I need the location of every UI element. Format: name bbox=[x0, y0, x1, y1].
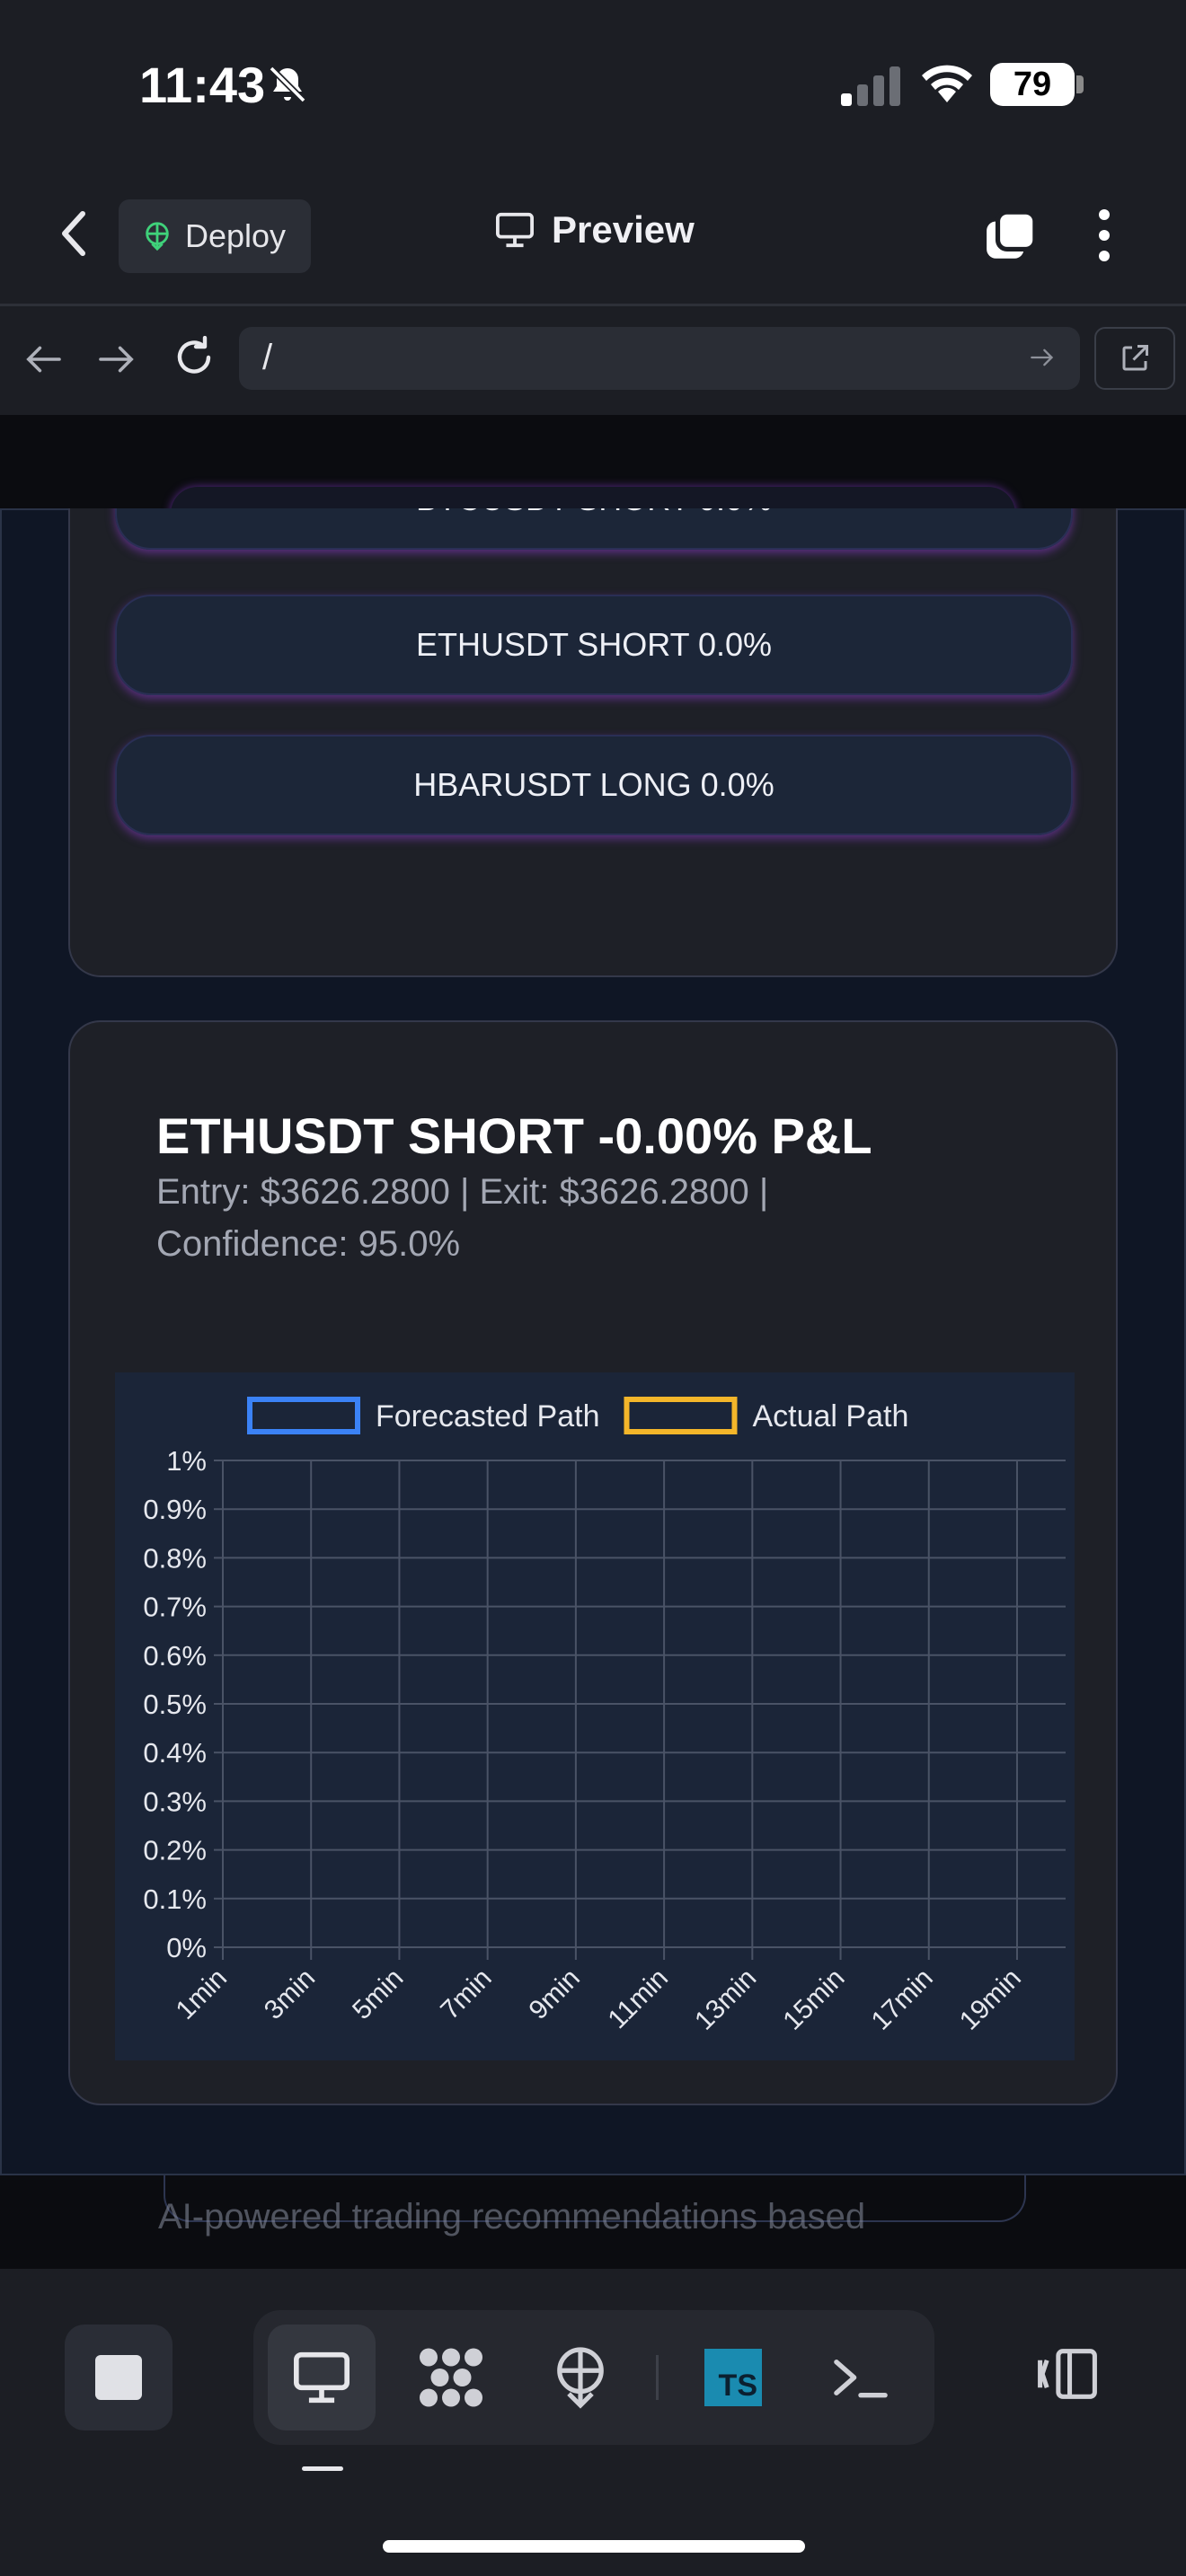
y-tick-label: 0.8% bbox=[143, 1542, 207, 1574]
tabs-icon[interactable] bbox=[983, 208, 1039, 264]
x-tick-label: 9min bbox=[524, 1963, 586, 2025]
y-tick-label: 0.1% bbox=[143, 1883, 207, 1915]
chart-area: 0% 0.1% 0.2% 0.3% 0.4% 0.5% 0.6% 0.7% 0.8% 0.9% 1%… bbox=[115, 1372, 1075, 2060]
active-tab-indicator bbox=[302, 2466, 343, 2471]
y-tick-label: 0.2% bbox=[143, 1835, 207, 1866]
y-tick-label: 1% bbox=[166, 1445, 207, 1477]
deploy-label: Deploy bbox=[185, 217, 287, 254]
x-tick-label: 15min bbox=[777, 1963, 850, 2036]
tool-workflow-button[interactable] bbox=[397, 2325, 505, 2430]
split-view-icon[interactable] bbox=[1033, 2346, 1102, 2402]
y-tick-label: 0.3% bbox=[143, 1786, 207, 1817]
workflow-icon bbox=[420, 2348, 482, 2407]
tool-group: TS bbox=[253, 2310, 934, 2445]
monitor-icon bbox=[294, 2351, 350, 2404]
tool-typescript-button[interactable]: TS bbox=[679, 2325, 787, 2430]
chart-card: ETHUSDT SHORT -0.00% P&L Entry: $3626.28… bbox=[68, 1020, 1118, 2105]
reload-icon[interactable] bbox=[173, 336, 216, 379]
trade-button[interactable]: HBARUSDT LONG 0.0% bbox=[115, 735, 1073, 835]
trade-button[interactable]: ETHUSDT SHORT 0.0% bbox=[115, 595, 1073, 695]
y-tick-label: 0.4% bbox=[143, 1737, 207, 1769]
cellular-signal-icon bbox=[841, 66, 900, 106]
y-tick-label: 0.6% bbox=[143, 1640, 207, 1672]
legend-swatch bbox=[624, 1397, 738, 1434]
monitor-icon bbox=[496, 212, 534, 248]
browser-back-icon[interactable] bbox=[23, 343, 63, 375]
legend-label: Forecasted Path bbox=[376, 1399, 599, 1434]
wifi-icon bbox=[922, 65, 972, 102]
x-tick-label: 3min bbox=[259, 1963, 321, 2025]
trade-button[interactable]: BTCUSDT SHORT 0.0% bbox=[115, 508, 1073, 550]
stop-button[interactable] bbox=[65, 2325, 173, 2430]
line-chart: 0% 0.1% 0.2% 0.3% 0.4% 0.5% 0.6% 0.7% 0.8% 0.9% 1%… bbox=[143, 1397, 1066, 2036]
home-indicator bbox=[383, 2540, 805, 2553]
x-tick-label: 5min bbox=[347, 1963, 409, 2025]
tool-separator bbox=[656, 2355, 659, 2400]
back-chevron-icon[interactable] bbox=[56, 208, 92, 259]
tool-preview-button[interactable] bbox=[268, 2325, 376, 2430]
deploy-icon bbox=[146, 222, 169, 251]
external-link-icon bbox=[1122, 345, 1148, 371]
x-tick-label: 1min bbox=[171, 1963, 233, 2025]
tool-terminal-button[interactable] bbox=[807, 2325, 915, 2430]
stop-icon bbox=[95, 2355, 142, 2400]
chart-subtitle-line: Confidence: 95.0% bbox=[156, 1224, 461, 1264]
clock: 11:43 bbox=[139, 57, 266, 113]
preview-label: Preview bbox=[552, 208, 695, 251]
url-value: / bbox=[262, 338, 273, 377]
url-input[interactable]: / bbox=[239, 327, 1080, 390]
y-tick-label: 0.9% bbox=[143, 1494, 207, 1525]
deploy-button[interactable]: Deploy bbox=[119, 199, 311, 273]
y-tick-label: 0% bbox=[166, 1932, 207, 1963]
x-tick-label: 17min bbox=[866, 1963, 939, 2036]
y-tick-label: 0.7% bbox=[143, 1592, 207, 1623]
trades-card: BTCUSDT SHORT 0.0% ETHUSDT SHORT 0.0% HB… bbox=[68, 508, 1118, 977]
status-bar: 11:43 79 bbox=[0, 0, 1186, 171]
tool-deploy-button[interactable] bbox=[527, 2325, 634, 2430]
battery-indicator: 79 bbox=[990, 63, 1075, 106]
bell-muted-icon bbox=[269, 66, 306, 103]
legend-swatch bbox=[247, 1397, 360, 1434]
x-tick-label: 7min bbox=[435, 1963, 497, 2025]
typescript-icon: TS bbox=[704, 2349, 762, 2406]
deploy-icon bbox=[557, 2347, 604, 2409]
chart-subtitle-line: Entry: $3626.2800 | Exit: $3626.2800 | bbox=[156, 1172, 769, 1212]
browser-forward-icon[interactable] bbox=[97, 343, 137, 375]
chart-subtitle: Entry: $3626.2800 | Exit: $3626.2800 | C… bbox=[156, 1166, 965, 1270]
peek-text: AI-powered trading recommendations based bbox=[158, 2197, 866, 2236]
preview-viewport[interactable]: BTCUSDT SHORT 0.0% ETHUSDT SHORT 0.0% HB… bbox=[0, 415, 1186, 2269]
x-tick-label: 19min bbox=[954, 1963, 1027, 2036]
battery-tip bbox=[1076, 75, 1084, 93]
x-tick-label: 13min bbox=[689, 1963, 762, 2036]
chart-title: ETHUSDT SHORT -0.00% P&L bbox=[156, 1107, 872, 1164]
preview-title: Preview bbox=[494, 208, 695, 251]
url-go-icon[interactable] bbox=[1030, 347, 1055, 368]
y-tick-label: 0.5% bbox=[143, 1689, 207, 1720]
open-external-button[interactable] bbox=[1094, 327, 1175, 390]
legend-label: Actual Path bbox=[752, 1399, 908, 1434]
header-divider bbox=[0, 304, 1186, 306]
x-tick-label: 11min bbox=[603, 1963, 675, 2035]
more-options-icon[interactable] bbox=[1098, 208, 1111, 262]
terminal-icon bbox=[834, 2360, 888, 2398]
